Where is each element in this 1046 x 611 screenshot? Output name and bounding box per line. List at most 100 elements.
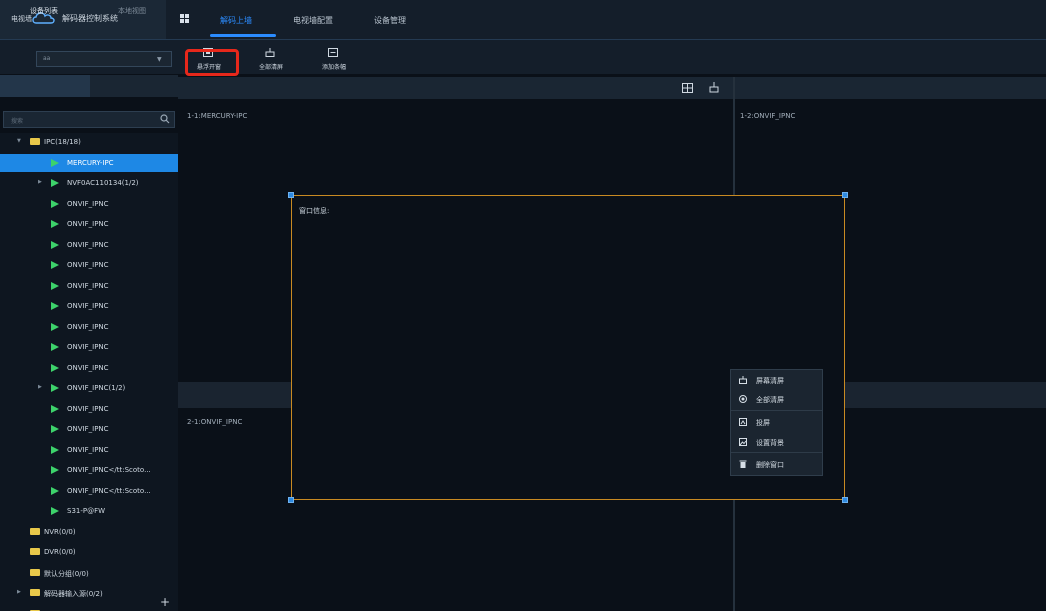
expand-right-icon[interactable]: ▶ [38,179,42,185]
tree-item[interactable]: ONVIF_IPNC</tt:Scoto... [0,482,178,500]
tree-item-label: IPC(18/18) [44,138,81,146]
folder-icon [30,527,40,535]
tree-item[interactable]: DVR(0/0) [0,543,178,561]
tree-item[interactable]: ONVIF_IPNC [0,215,178,233]
search-placeholder: 搜索 [11,118,24,125]
add-icon[interactable]: + [160,595,170,609]
clear-all-button[interactable]: 全部清屏 [246,44,296,74]
split-layout-icon[interactable] [682,83,693,93]
menu-item-label: 删除窗口 [756,461,784,469]
apps-grid-icon[interactable] [180,14,189,23]
add-banner-button[interactable]: 添加条幅 [309,44,359,74]
tree-item[interactable]: ONVIF_IPNC [0,297,178,315]
menu-item-label: 屏幕清屏 [756,377,784,385]
tree-item[interactable]: ▼ IPC(18/18) [0,133,178,151]
tree-item[interactable]: ▶ ONVIF_IPNC(1/2) [0,379,178,397]
camera-icon [51,343,59,351]
camera-icon [51,179,59,187]
tree-item-label: NVF0AC110134(1/2) [67,179,139,187]
tab-device-list[interactable]: 设备列表 [30,6,58,16]
search-input[interactable] [3,111,175,128]
menu-separator [731,452,822,453]
camera-icon [51,486,59,495]
search-icon[interactable] [160,114,170,124]
tree-item[interactable]: ONVIF_IPNC [0,441,178,459]
tab-decode-to-wall[interactable]: 解码上墙 [220,15,252,26]
chevron-down-icon[interactable]: ▼ [157,56,162,63]
resize-handle[interactable] [842,497,848,503]
tree-item[interactable]: ONVIF_IPNC</tt:Scoto... [0,461,178,479]
tree-item-label: ONVIF_IPNC [67,343,109,351]
expand-down-icon[interactable]: ▼ [17,138,21,144]
tree-item[interactable]: ONVIF_IPNC [0,195,178,213]
banner-icon [328,48,338,57]
camera-icon [51,158,59,167]
resize-handle[interactable] [842,192,848,198]
tree-item[interactable]: ONVIF_IPNC [0,236,178,254]
camera-icon [51,466,59,474]
tv-wall-label: 电视墙 [11,15,32,23]
tree-item[interactable]: ONVIF_IPNC [0,400,178,418]
camera-icon [51,302,59,310]
pane-label: 1-2:ONVIF_IPNC [740,112,796,120]
resize-handle[interactable] [288,497,294,503]
tree-item-label: ONVIF_IPNC [67,363,109,372]
expand-right-icon[interactable]: ▶ [38,384,42,390]
tree-item-label: DVR(0/0) [44,548,76,556]
menu-item-delete-window[interactable]: 删除窗口 [731,454,822,474]
tree-item[interactable]: ▶ NVF0AC110134(1/2) [0,174,178,192]
tree-item[interactable]: 默认分组(0/0) [0,564,178,582]
broom-icon[interactable] [709,82,719,93]
tree-item-label: ONVIF_IPNC [67,425,109,433]
tab-local-view[interactable]: 本地视图 [118,6,146,16]
tree-item[interactable]: 网络视频流 [0,605,178,611]
menu-item-clear-all[interactable]: 全部清屏 [731,389,822,409]
camera-icon [51,261,59,269]
resize-handle[interactable] [288,192,294,198]
clear-all-label: 全部清屏 [258,64,283,71]
broom-icon [265,48,275,57]
folder-icon [30,589,40,596]
tree-item[interactable]: NVR(0/0) [0,523,178,541]
window-info-label: 窗口信息: [299,207,330,215]
app-title: 解码器控制系统 [62,14,118,23]
tree-item[interactable]: ONVIF_IPNC [0,318,178,336]
folder-icon [30,548,40,555]
tree-item-label: NVR(0/0) [44,527,76,536]
tree-item-label: ONVIF_IPNC [67,281,109,290]
tree-item[interactable]: ONVIF_IPNC [0,359,178,377]
tree-item[interactable]: ONVIF_IPNC [0,420,178,438]
view-header-bar [178,77,1046,99]
app-root: 解码器控制系统 解码上墙 电视墙配置 设备管理 电视墙 aa ▼ 设备列表 本地… [0,0,1046,611]
tab-device-list-bg[interactable] [0,75,90,97]
tree-item[interactable]: ▶ 解码器输入源(0/2) [0,584,178,602]
image-icon [739,438,747,446]
tree-item[interactable]: S31-P@FW [0,502,178,520]
menu-item-set-background[interactable]: 设置背景 [731,432,822,452]
tree-item[interactable]: ONVIF_IPNC [0,338,178,356]
camera-icon [51,240,59,249]
tree-item[interactable]: ONVIF_IPNC [0,277,178,295]
camera-icon [51,384,59,392]
tree-item-label: MERCURY-IPC [67,158,114,167]
tree-item-label: ONVIF_IPNC [67,199,109,208]
folder-icon [30,568,40,576]
trash-icon [739,460,747,468]
tv-wall-select[interactable] [36,51,172,67]
menu-item-label: 设置背景 [756,439,784,447]
broom-icon [739,376,747,384]
menu-separator [731,410,822,411]
tree-item-label: ONVIF_IPNC [67,322,109,331]
tree-item[interactable]: MERCURY-IPC [0,153,178,172]
cast-screen-icon [739,418,747,426]
camera-icon [51,322,59,331]
menu-item-cast[interactable]: 投屏 [731,412,822,432]
pane-label: 1-1:MERCURY-IPC [187,112,248,120]
menu-item-clear-screen[interactable]: 屏幕清屏 [731,370,822,390]
expand-right-icon[interactable]: ▶ [17,589,21,595]
pane-label: 2-1:ONVIF_IPNC [187,418,243,426]
tab-tv-wall-config[interactable]: 电视墙配置 [293,15,333,26]
tab-device-management[interactable]: 设备管理 [374,15,406,26]
folder-icon [30,138,40,145]
tree-item[interactable]: ONVIF_IPNC [0,256,178,274]
